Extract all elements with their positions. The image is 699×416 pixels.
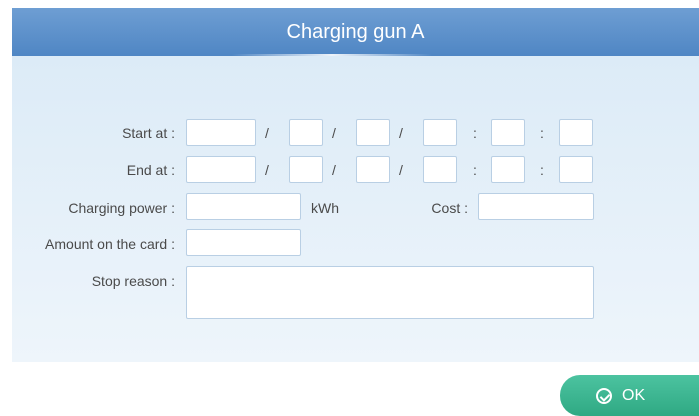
start-date-sep-1: / <box>265 125 269 141</box>
start-month-input[interactable] <box>289 119 323 146</box>
end-date-sep-3: / <box>399 162 403 178</box>
stop-reason-label: Stop reason : <box>91 273 175 289</box>
start-time-sep-2: : <box>540 125 544 141</box>
charging-power-unit: kWh <box>311 200 339 216</box>
end-at-label: End at : <box>126 162 175 178</box>
end-year-input[interactable] <box>186 156 256 183</box>
ok-button[interactable]: OK <box>560 375 699 416</box>
amount-on-card-input[interactable] <box>186 229 301 256</box>
end-hour-input[interactable] <box>423 156 457 183</box>
end-second-input[interactable] <box>559 156 593 183</box>
end-date-sep-1: / <box>265 162 269 178</box>
start-date-sep-2: / <box>332 125 336 141</box>
start-minute-input[interactable] <box>491 119 525 146</box>
stop-reason-textarea[interactable] <box>186 266 594 319</box>
end-minute-input[interactable] <box>491 156 525 183</box>
end-month-input[interactable] <box>289 156 323 183</box>
cost-label: Cost : <box>431 200 468 216</box>
start-second-input[interactable] <box>559 119 593 146</box>
end-time-sep-2: : <box>540 162 544 178</box>
amount-on-card-label: Amount on the card : <box>45 236 175 252</box>
start-year-input[interactable] <box>186 119 256 146</box>
end-day-input[interactable] <box>356 156 390 183</box>
dialog-header: Charging gun A <box>12 8 699 56</box>
charging-power-label: Charging power : <box>68 200 175 216</box>
start-date-sep-3: / <box>399 125 403 141</box>
start-day-input[interactable] <box>356 119 390 146</box>
start-hour-input[interactable] <box>423 119 457 146</box>
ok-button-label: OK <box>622 386 646 404</box>
end-date-sep-2: / <box>332 162 336 178</box>
cost-input[interactable] <box>478 193 594 220</box>
start-time-sep-1: : <box>473 125 477 141</box>
check-circle-icon <box>596 387 612 404</box>
end-time-sep-1: : <box>473 162 477 178</box>
dialog-title: Charging gun A <box>286 20 425 43</box>
start-at-label: Start at : <box>122 125 175 141</box>
charging-power-input[interactable] <box>186 193 301 220</box>
